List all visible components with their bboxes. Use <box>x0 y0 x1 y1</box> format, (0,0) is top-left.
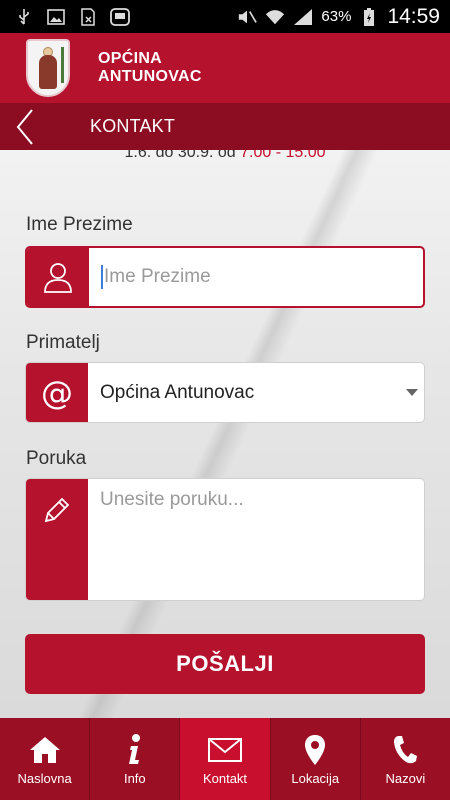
app-header: OPĆINA ANTUNOVAC <box>0 33 450 103</box>
user-icon <box>27 248 89 306</box>
battery-icon <box>359 7 379 27</box>
nav-item-lokacija[interactable]: Lokacija <box>271 718 361 800</box>
message-field[interactable]: Unesite poruku... <box>25 478 425 601</box>
app-title-line2: ANTUNOVAC <box>98 68 202 85</box>
name-input[interactable]: Ime Prezime <box>89 248 423 306</box>
usb-icon <box>14 7 34 27</box>
nav-label: Info <box>123 770 146 786</box>
recipient-select[interactable]: @ Općina Antunovac <box>25 362 425 423</box>
notification-icon <box>110 7 130 27</box>
mail-icon <box>208 733 242 767</box>
chevron-left-icon <box>16 108 33 145</box>
back-button[interactable] <box>0 103 50 150</box>
recipient-value: Općina Antunovac <box>100 381 255 403</box>
dropdown-arrow-icon <box>406 389 418 396</box>
hours-range: 7.00 - 15.00 <box>240 150 326 161</box>
phone-icon <box>392 733 418 767</box>
wifi-icon <box>265 7 285 27</box>
name-placeholder: Ime Prezime <box>104 266 211 287</box>
text-cursor <box>101 265 103 289</box>
app-title-line1: OPĆINA <box>98 50 163 67</box>
location-pin-icon <box>304 733 326 767</box>
message-textarea[interactable]: Unesite poruku... <box>88 479 424 600</box>
home-icon <box>28 733 62 767</box>
info-icon <box>127 733 143 767</box>
name-field[interactable]: Ime Prezime <box>25 246 425 308</box>
nav-label: Lokacija <box>291 770 340 786</box>
message-label: Poruka <box>26 448 87 469</box>
pencil-icon <box>26 479 88 600</box>
mute-icon <box>237 7 258 27</box>
nav-item-info[interactable]: Info <box>90 718 181 800</box>
app-title: OPĆINA ANTUNOVAC <box>98 50 202 86</box>
section-bar: KONTAKT <box>0 103 450 150</box>
battery-percent: 63% <box>321 8 352 25</box>
hours-prefix: 1.6. do 30.9. od <box>124 150 241 161</box>
send-button[interactable]: POŠALJI <box>25 634 425 694</box>
clock: 14:59 <box>387 4 440 28</box>
nav-item-naslovna[interactable]: Naslovna <box>0 718 91 800</box>
at-sign-icon: @ <box>26 363 88 422</box>
nav-item-kontakt[interactable]: Kontakt <box>180 718 271 800</box>
coat-of-arms-logo <box>26 39 70 97</box>
recipient-label: Primatelj <box>26 332 100 353</box>
nav-label: Nazovi <box>385 770 426 786</box>
page-title: KONTAKT <box>90 116 176 136</box>
contact-form-area: 1.6. do 30.9. od 7.00 - 15.00 Ime Prezim… <box>0 150 450 718</box>
sim-off-icon <box>78 7 98 27</box>
nav-item-nazovi[interactable]: Nazovi <box>361 718 450 800</box>
name-label: Ime Prezime <box>26 214 133 235</box>
status-bar: 63% 14:59 <box>0 0 450 33</box>
nav-label: Naslovna <box>17 770 72 786</box>
message-placeholder: Unesite poruku... <box>100 489 244 510</box>
image-icon <box>46 7 66 27</box>
working-hours: 1.6. do 30.9. od 7.00 - 15.00 <box>0 150 450 162</box>
nav-label: Kontakt <box>202 770 248 786</box>
signal-icon <box>293 7 313 27</box>
bottom-nav: Naslovna Info Kontakt Lokacija Nazovi <box>0 718 450 800</box>
